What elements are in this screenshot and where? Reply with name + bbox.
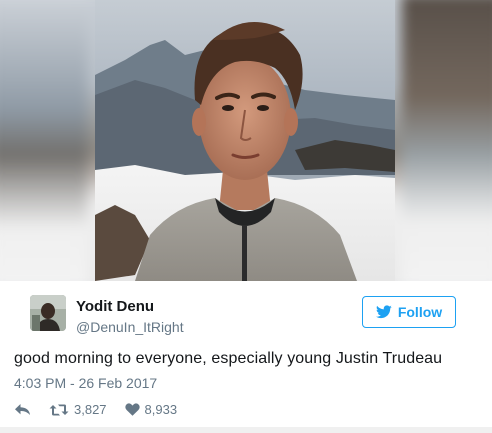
reply-button[interactable] (14, 403, 31, 416)
bottom-divider (0, 427, 492, 433)
like-button[interactable]: 8,933 (124, 402, 178, 417)
retweet-button[interactable]: 3,827 (49, 402, 107, 417)
avatar[interactable] (30, 295, 66, 331)
tweet-text: good morning to everyone, especially you… (14, 350, 443, 367)
like-count: 8,933 (144, 402, 178, 417)
retweet-count: 3,827 (74, 402, 107, 417)
tweet-timestamp[interactable]: 4:03 PM - 26 Feb 2017 (14, 375, 157, 391)
heart-icon (124, 403, 140, 416)
retweet-icon (49, 404, 69, 415)
twitter-bird-icon (375, 305, 392, 319)
tweet-actions: 3,827 8,933 (14, 402, 195, 417)
user-name[interactable]: Yodit Denu (76, 298, 154, 315)
photo-main-image (95, 0, 395, 281)
follow-button[interactable]: Follow (362, 296, 456, 328)
tweet-photo[interactable] (0, 0, 492, 281)
tweet-header: Yodit Denu @DenuIn_ItRight Follow (16, 281, 476, 339)
reply-arrow-icon (15, 404, 30, 415)
tweet-card: Yodit Denu @DenuIn_ItRight Follow good m… (0, 281, 492, 433)
follow-button-label: Follow (397, 304, 443, 320)
user-handle[interactable]: @DenuIn_ItRight (76, 319, 184, 335)
